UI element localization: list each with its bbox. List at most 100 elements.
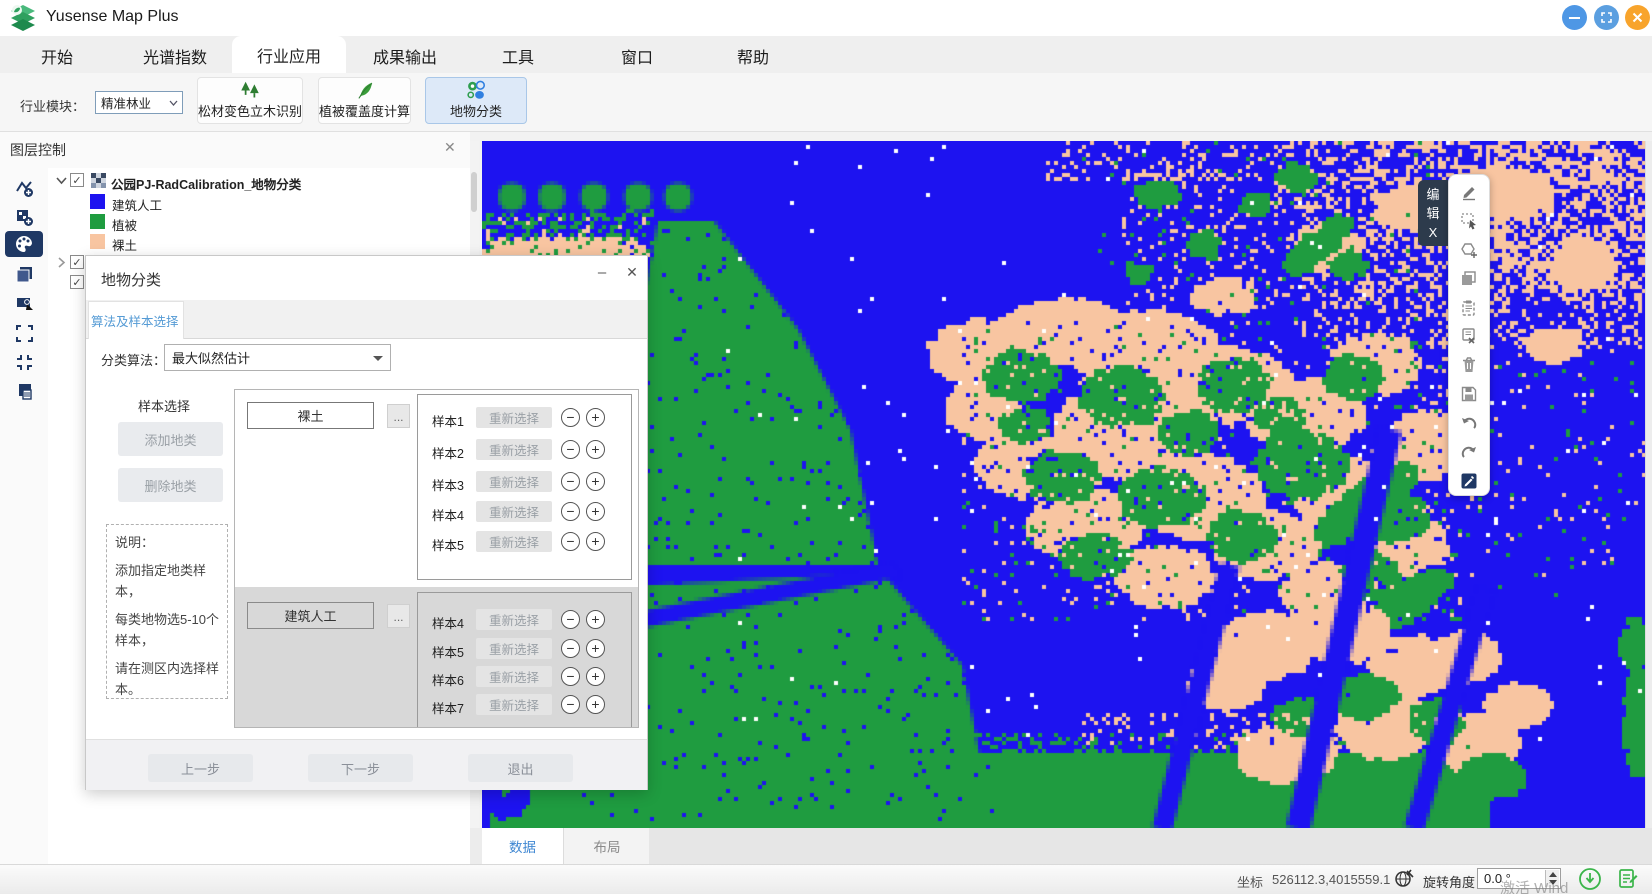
reselect-button[interactable]: 重新选择 — [476, 666, 552, 687]
palette-icon[interactable] — [5, 231, 43, 257]
fit-view-icon[interactable] — [10, 349, 38, 375]
layer-panel-close-icon[interactable]: ✕ — [444, 139, 456, 156]
copy-icon[interactable] — [1451, 264, 1487, 293]
layer-tree-root-row[interactable]: ✓ 公园PJ-RadCalibration_地物分类 — [0, 170, 470, 192]
select-region-icon[interactable] — [1451, 207, 1487, 236]
redo-icon[interactable] — [1451, 437, 1487, 466]
map-scrollbar[interactable] — [1645, 141, 1652, 828]
layers-icon[interactable] — [10, 261, 38, 287]
classification-circles-icon — [463, 80, 489, 101]
cut-document-icon[interactable] — [1451, 322, 1487, 351]
remove-sample-button[interactable]: − — [561, 610, 580, 629]
add-raster-layer-icon[interactable] — [10, 204, 38, 230]
remove-sample-button[interactable]: − — [561, 408, 580, 427]
sample-row: 样本4 重新选择 − + — [418, 501, 631, 523]
menu-item-help[interactable]: 帮助 — [737, 44, 769, 68]
tab-layout[interactable]: 布局 — [563, 828, 650, 864]
algorithm-select[interactable]: 最大似然估计 — [164, 344, 391, 371]
reselect-button[interactable]: 重新选择 — [476, 694, 552, 715]
delete-trash-icon[interactable] — [1451, 351, 1487, 380]
reselect-button[interactable]: 重新选择 — [476, 501, 552, 522]
dialog-tab-label: 算法及样本选择 — [91, 311, 179, 330]
add-sample-button[interactable]: + — [586, 502, 605, 521]
remove-class-button[interactable]: 删除地类 — [118, 468, 223, 502]
layer-checkbox[interactable]: ✓ — [70, 275, 84, 289]
reselect-button[interactable]: 重新选择 — [476, 638, 552, 659]
menu-item-spectral[interactable]: 光谱指数 — [143, 44, 207, 68]
menu-item-tools[interactable]: 工具 — [502, 44, 534, 68]
add-vector-layer-icon[interactable] — [10, 175, 38, 201]
sample-row: 样本5 重新选择 − + — [418, 638, 631, 660]
add-polygon-icon[interactable] — [1451, 236, 1487, 265]
classification-button[interactable]: 地物分类 — [425, 77, 527, 124]
dialog-title: 地物分类 — [101, 269, 161, 290]
close-button[interactable] — [1625, 5, 1650, 30]
more-options-button[interactable]: ... — [387, 604, 410, 628]
previous-step-button[interactable]: 上一步 — [148, 754, 253, 782]
menu-item-start[interactable]: 开始 — [41, 44, 73, 68]
reselect-button[interactable]: 重新选择 — [476, 407, 552, 428]
undo-icon[interactable] — [1451, 409, 1487, 438]
add-sample-button[interactable]: + — [586, 532, 605, 551]
next-step-button[interactable]: 下一步 — [308, 754, 413, 782]
projection-globe-icon[interactable] — [1394, 868, 1415, 889]
chevron-right-icon[interactable] — [58, 257, 66, 268]
attribute-edit-icon[interactable] — [1451, 466, 1487, 495]
instructions-box: 说明： 添加指定地类样 本， 每类地物选5-10个 样本， 请在测区内选择样 本… — [106, 524, 228, 699]
full-extent-icon[interactable] — [10, 320, 38, 346]
dialog-close-icon[interactable]: ✕ — [621, 264, 643, 286]
class-name-field[interactable]: 建筑人工 — [247, 602, 374, 629]
save-floppy-icon[interactable] — [1451, 380, 1487, 409]
vegetation-coverage-button[interactable]: 植被覆盖度计算 — [318, 77, 411, 124]
add-class-button[interactable]: 添加地类 — [118, 422, 223, 456]
coordinate-label: 坐标 — [1237, 872, 1263, 891]
classification-dialog: 地物分类 – ✕ 算法及样本选择 分类算法： 最大似然估计 样本选择 添加地类 … — [85, 255, 648, 790]
add-sample-button[interactable]: + — [586, 610, 605, 629]
more-options-button[interactable]: ... — [387, 404, 410, 428]
edit-panel-tab[interactable]: 编 辑 X — [1418, 180, 1448, 246]
add-sample-button[interactable]: + — [586, 408, 605, 427]
chevron-down-icon[interactable] — [56, 177, 67, 185]
reselect-button[interactable]: 重新选择 — [476, 439, 552, 460]
sample-list-panel: 样本4 重新选择 − + 样本5 重新选择 − + 样本6 重新选择 − + — [417, 592, 632, 727]
exit-button[interactable]: 退出 — [468, 754, 573, 782]
menu-item-output[interactable]: 成果输出 — [373, 44, 437, 68]
add-sample-button[interactable]: + — [586, 440, 605, 459]
reselect-button[interactable]: 重新选择 — [476, 471, 552, 492]
edit-tab-close[interactable]: X — [1418, 225, 1448, 240]
tab-data[interactable]: 数据 — [482, 828, 563, 864]
export-map-icon[interactable] — [10, 290, 38, 316]
remove-sample-button[interactable]: − — [561, 440, 580, 459]
sample-section-label: 样本选择 — [138, 396, 190, 415]
layer-checkbox[interactable]: ✓ — [70, 173, 84, 187]
download-icon[interactable] — [1578, 867, 1602, 891]
menu-item-industry-active[interactable]: 行业应用 — [232, 36, 346, 73]
remove-sample-button[interactable]: − — [561, 472, 580, 491]
reselect-button[interactable]: 重新选择 — [476, 609, 552, 630]
add-sample-button[interactable]: + — [586, 695, 605, 714]
legend-row-soil: 裸土 — [0, 232, 470, 252]
maximize-button[interactable] — [1594, 5, 1619, 30]
pine-wilt-detect-button[interactable]: 松材变色立木识别 — [197, 77, 303, 124]
remove-sample-button[interactable]: − — [561, 695, 580, 714]
scrollbar-thumb[interactable] — [471, 172, 477, 212]
remove-sample-button[interactable]: − — [561, 532, 580, 551]
menu-item-window[interactable]: 窗口 — [621, 44, 653, 68]
report-icon[interactable] — [1616, 867, 1640, 891]
edit-pencil-icon[interactable] — [1451, 178, 1487, 207]
dialog-minimize-icon[interactable]: – — [591, 264, 613, 286]
remove-sample-button[interactable]: − — [561, 639, 580, 658]
remove-sample-button[interactable]: − — [561, 667, 580, 686]
paste-icon[interactable] — [1451, 293, 1487, 322]
dialog-tab-algorithm[interactable]: 算法及样本选择 — [88, 301, 184, 339]
add-sample-button[interactable]: + — [586, 667, 605, 686]
layer-checkbox[interactable]: ✓ — [70, 255, 84, 269]
module-select[interactable]: 精准林业 — [95, 91, 183, 114]
add-sample-button[interactable]: + — [586, 472, 605, 491]
minimize-button[interactable] — [1562, 5, 1587, 30]
reselect-button[interactable]: 重新选择 — [476, 531, 552, 552]
class-name-field[interactable]: 裸土 — [247, 402, 374, 429]
remove-layer-icon[interactable] — [10, 378, 38, 404]
add-sample-button[interactable]: + — [586, 639, 605, 658]
remove-sample-button[interactable]: − — [561, 502, 580, 521]
